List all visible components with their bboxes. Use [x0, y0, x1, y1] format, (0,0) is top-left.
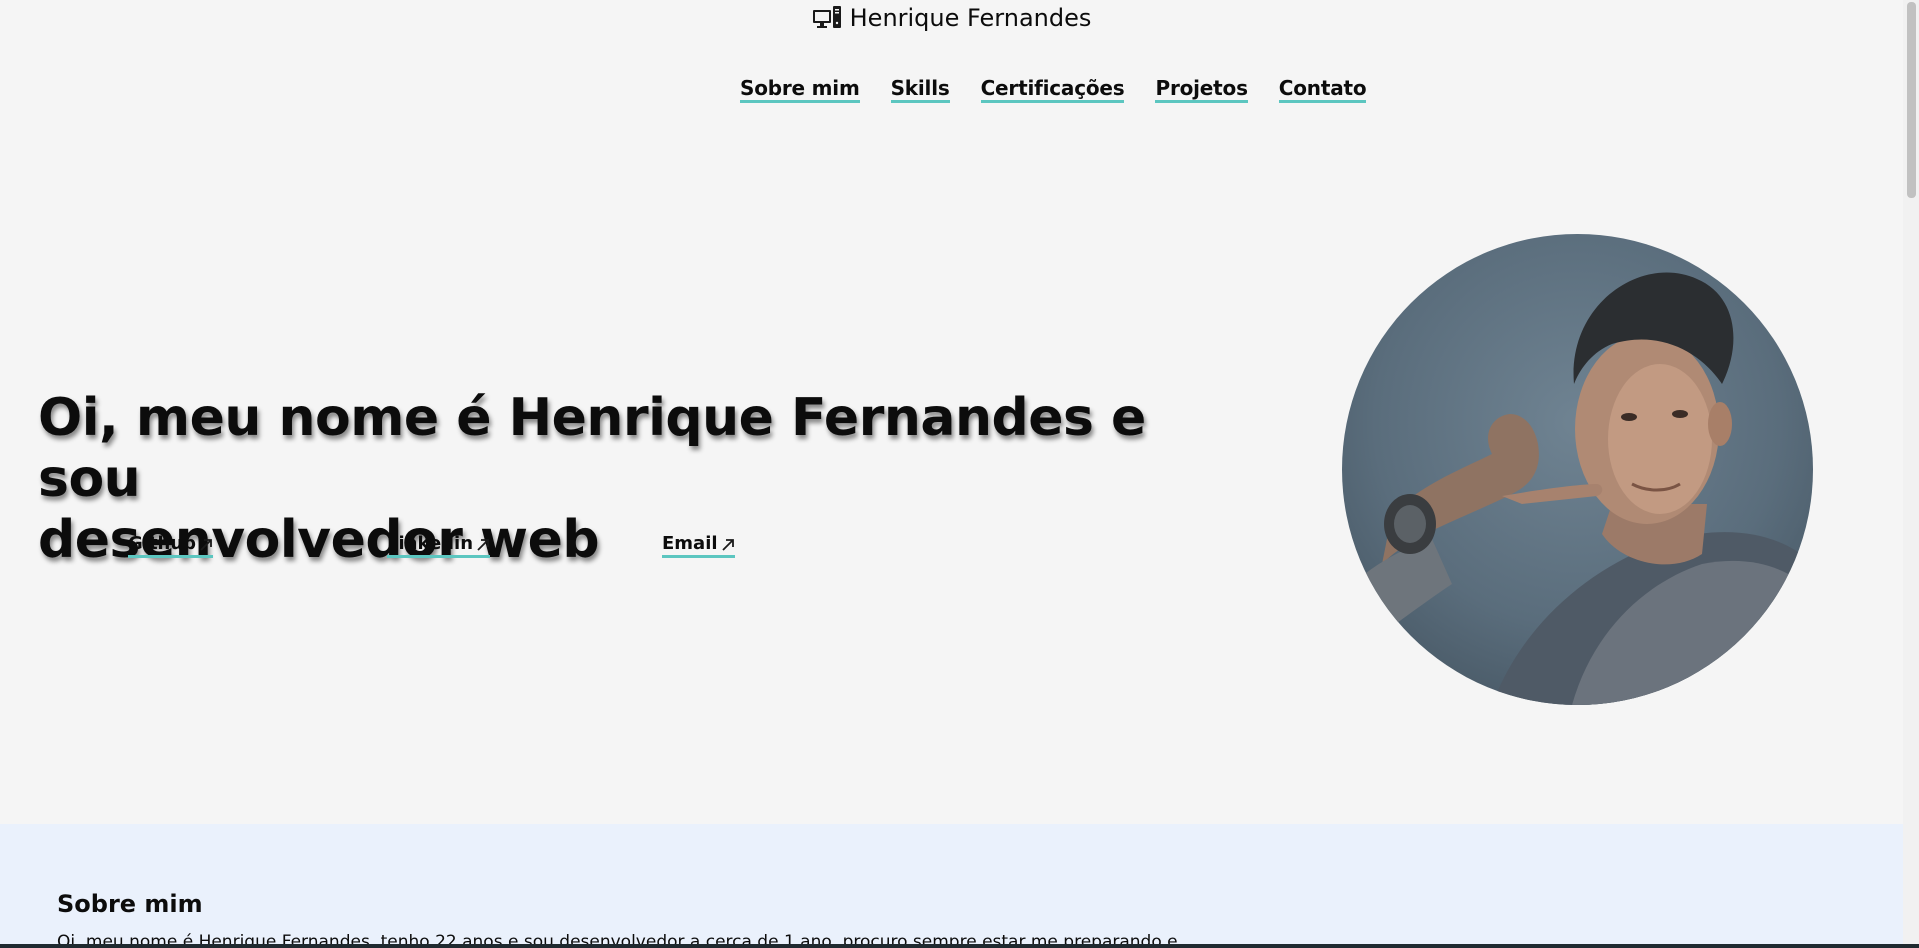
page: Henrique Fernandes Sobre mim Skills Cert… [0, 0, 1903, 948]
page-scrollbar[interactable] [1903, 0, 1919, 948]
brand-name: Henrique Fernandes [849, 4, 1092, 32]
profile-photo-illustration [1342, 272, 1813, 705]
arrow-up-right-icon [199, 537, 213, 551]
main-nav: Sobre mim Skills Certificações Projetos … [740, 78, 1367, 103]
linkedin-link[interactable]: Linkedin [387, 533, 491, 558]
nav-item-projetos[interactable]: Projetos [1155, 78, 1248, 103]
social-links: Github Linkedin Email [0, 534, 900, 564]
site-header: Henrique Fernandes [0, 0, 1903, 36]
nav-item-sobre-mim[interactable]: Sobre mim [740, 78, 860, 103]
email-link-label: Email [662, 533, 718, 554]
profile-photo [1342, 234, 1813, 705]
nav-item-contato[interactable]: Contato [1278, 78, 1367, 103]
hero-title-line-1: Oi, meu nome é Henrique Fernandes e sou [38, 388, 1146, 509]
taskbar-edge [0, 944, 1919, 948]
scrollbar-thumb[interactable] [1907, 2, 1916, 198]
nav-item-skills[interactable]: Skills [890, 78, 950, 103]
arrow-up-right-icon [721, 537, 735, 551]
github-link[interactable]: Github [128, 533, 214, 558]
computer-icon [812, 5, 842, 31]
about-section: Sobre mim Oi, meu nome é Henrique Fernan… [0, 824, 1903, 948]
about-heading: Sobre mim [57, 890, 203, 918]
nav-item-certificacoes[interactable]: Certificações [980, 78, 1125, 103]
email-link[interactable]: Email [662, 534, 735, 558]
github-link-label: Github [128, 533, 197, 554]
linkedin-link-label: Linkedin [387, 533, 474, 554]
arrow-up-right-icon [476, 537, 490, 551]
